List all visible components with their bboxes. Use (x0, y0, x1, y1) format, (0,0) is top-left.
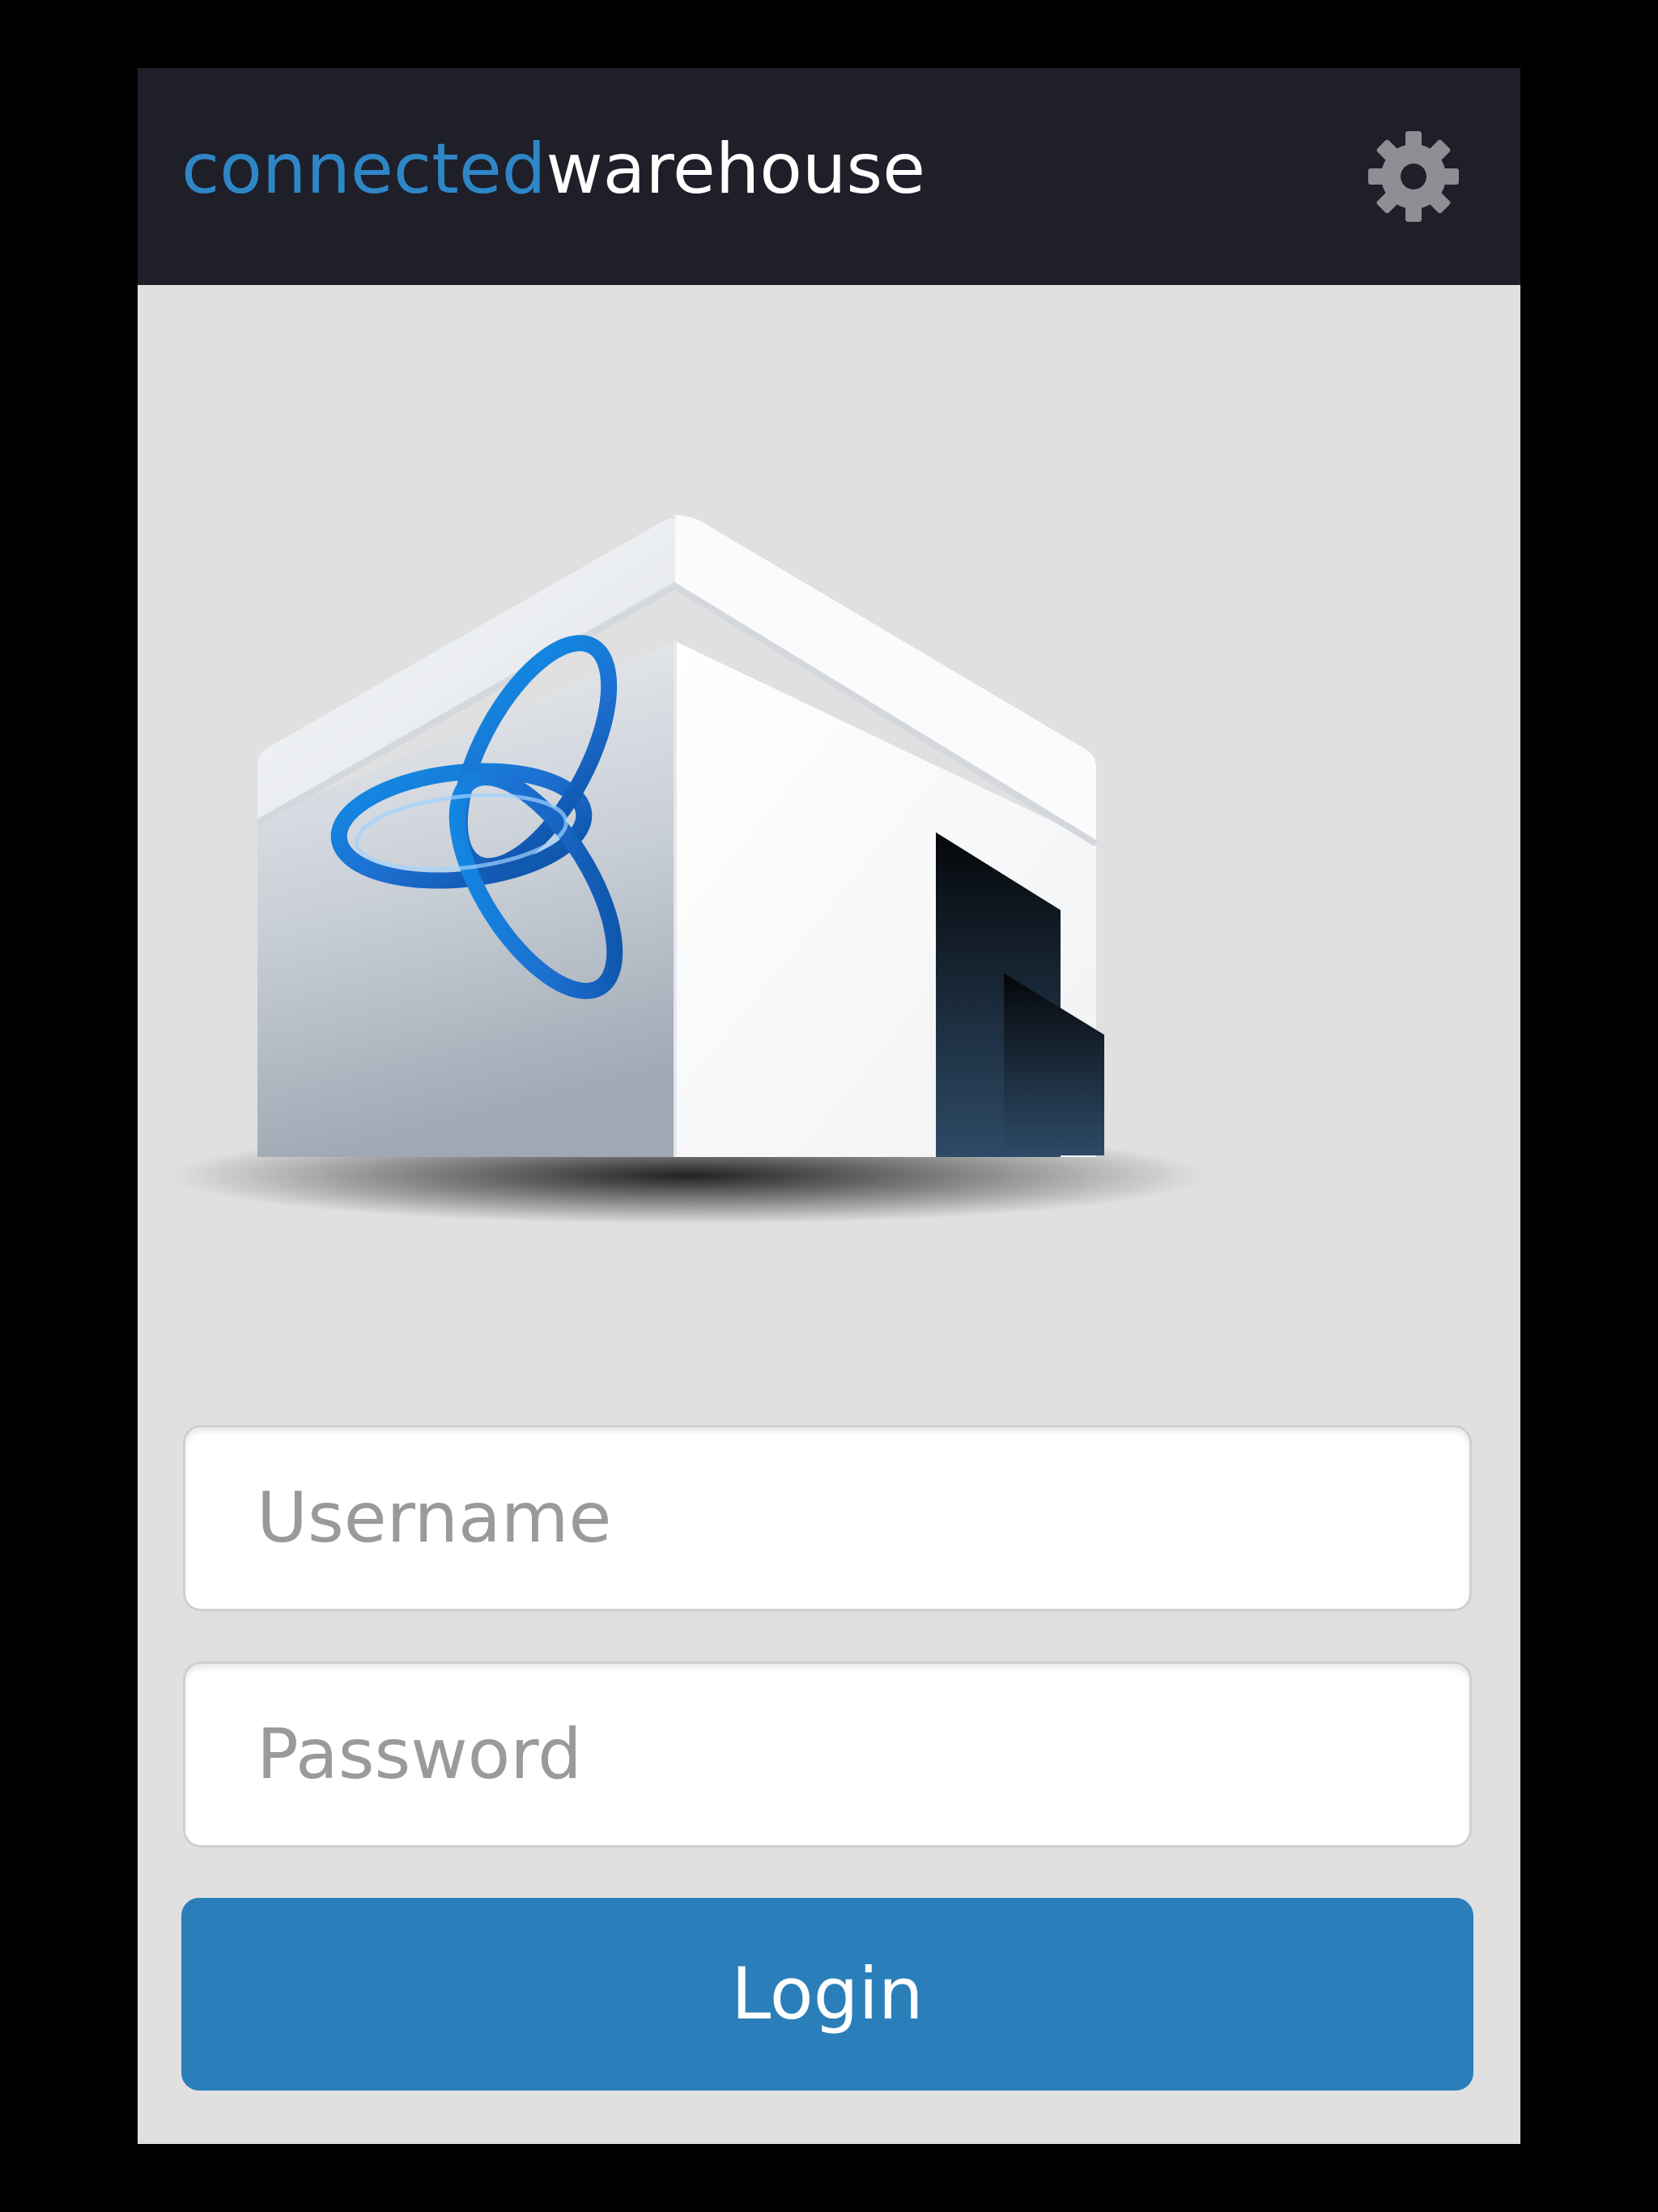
settings-button[interactable] (1367, 130, 1460, 223)
brand-part-warehouse: warehouse (546, 129, 926, 210)
password-field[interactable] (183, 1661, 1472, 1848)
password-input[interactable] (185, 1664, 1469, 1845)
brand-part-connected: connected (181, 129, 546, 210)
warehouse-building-logo (170, 515, 1206, 1224)
gear-icon (1368, 131, 1459, 222)
app-screen: connectedwarehouse Username Login (138, 68, 1520, 2144)
username-field[interactable] (183, 1425, 1472, 1611)
app-brand-title: connectedwarehouse (181, 117, 925, 222)
login-button[interactable]: Login (181, 1898, 1473, 2091)
header-bar: connectedwarehouse (138, 68, 1520, 285)
username-input[interactable] (185, 1427, 1469, 1609)
warehouse-logo-area (138, 285, 1520, 1467)
